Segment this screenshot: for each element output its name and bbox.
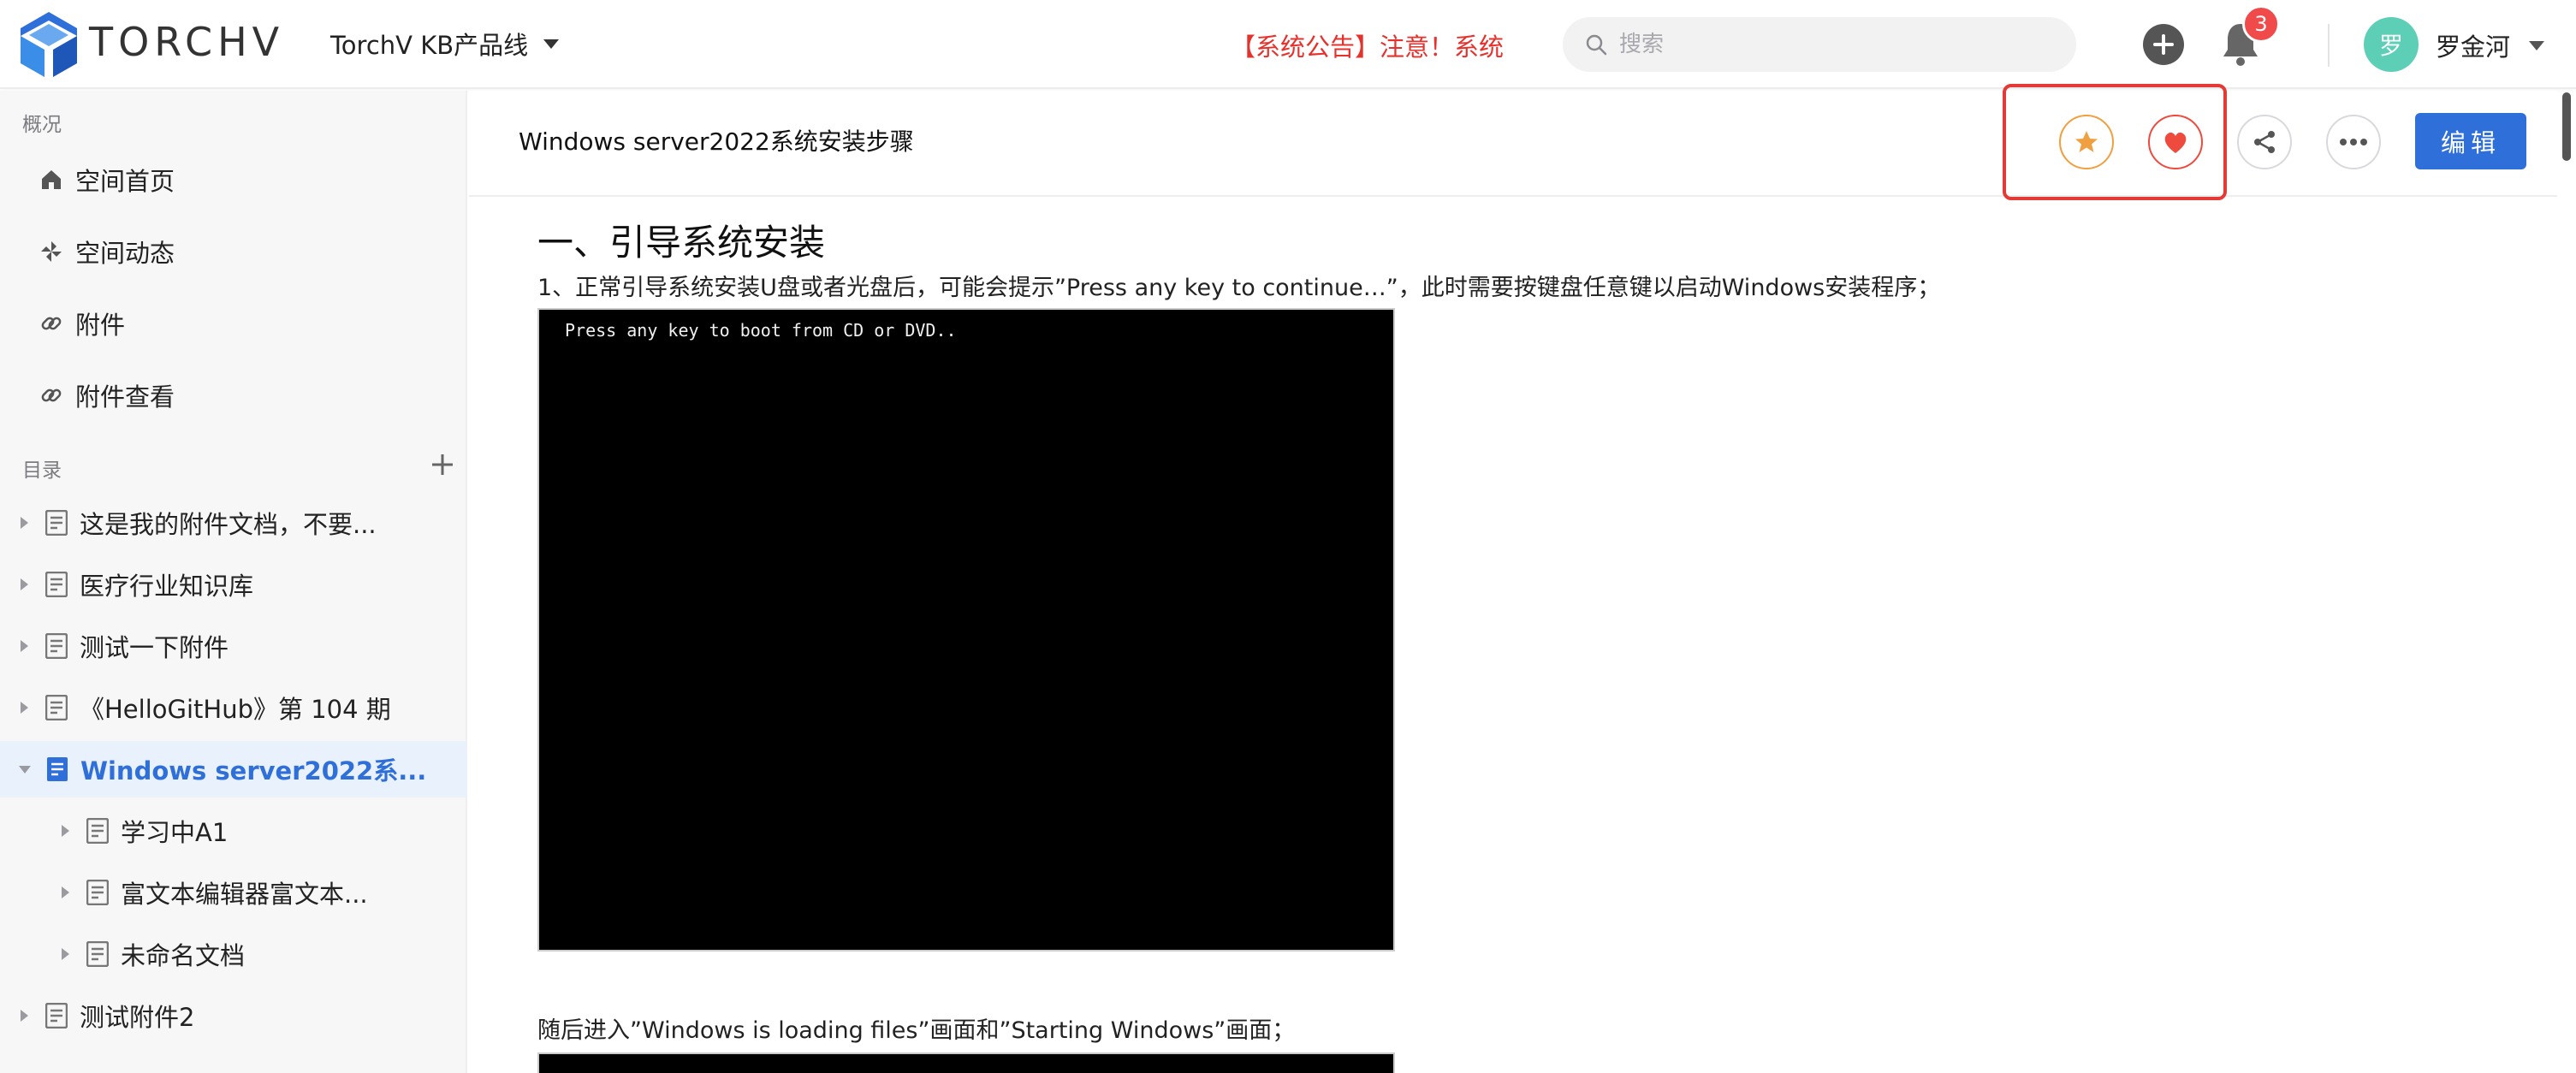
sidebar-item-attachments[interactable]: 附件 xyxy=(39,298,125,349)
collapse-arrow-icon[interactable] xyxy=(19,765,31,774)
tree-item-label: Windows server2022系... xyxy=(80,756,427,785)
sidebar-item-attachment-view[interactable]: 附件查看 xyxy=(39,370,175,421)
favorite-button[interactable] xyxy=(2059,115,2114,169)
add-directory-plus-icon[interactable] xyxy=(430,452,455,477)
expand-arrow-icon[interactable] xyxy=(62,825,69,837)
tree-item[interactable]: 这是我的附件文档，不要... xyxy=(0,495,467,551)
document-icon xyxy=(86,880,109,905)
torchv-logo-icon[interactable] xyxy=(21,12,77,77)
tree-item-label: 富文本编辑器富文本... xyxy=(121,880,368,909)
expand-arrow-icon[interactable] xyxy=(62,948,69,960)
document-header: Windows server2022系统安装步骤 编辑 xyxy=(469,84,2557,200)
tree-item-label: 学习中A1 xyxy=(121,818,229,847)
user-menu[interactable]: 罗金河 xyxy=(2436,27,2545,63)
tree-item-active[interactable]: Windows server2022系... xyxy=(0,741,467,797)
sidebar-item-space-activity[interactable]: 空间动态 xyxy=(39,226,175,277)
expand-arrow-icon[interactable] xyxy=(21,702,28,714)
search-icon xyxy=(1586,34,1607,56)
tree-item-label: 《HelloGitHub》第 104 期 xyxy=(80,695,391,724)
document-icon xyxy=(86,941,109,967)
sidebar-item-label: 附件 xyxy=(75,311,126,340)
document-icon xyxy=(47,757,68,781)
tree-item-label: 测试附件2 xyxy=(80,1003,195,1032)
document-icon xyxy=(45,633,68,659)
expand-arrow-icon[interactable] xyxy=(21,1010,28,1022)
more-dots-icon xyxy=(2340,139,2367,145)
edit-button[interactable]: 编辑 xyxy=(2415,113,2526,169)
tree-item-label: 这是我的附件文档，不要... xyxy=(80,510,377,539)
document-icon xyxy=(45,695,68,720)
search-box[interactable] xyxy=(1563,17,2076,72)
pinwheel-icon xyxy=(41,241,62,262)
scrollbar[interactable] xyxy=(2562,92,2571,161)
tree-item[interactable]: 《HelloGitHub》第 104 期 xyxy=(0,679,467,736)
more-button[interactable] xyxy=(2326,115,2381,169)
user-name: 罗金河 xyxy=(2436,33,2511,62)
sidebar-item-label: 空间动态 xyxy=(75,239,175,268)
boot-screen-text: Press any key to boot from CD or DVD.. xyxy=(565,320,957,341)
expand-arrow-icon[interactable] xyxy=(21,640,28,652)
caret-down-icon xyxy=(543,39,560,49)
sidebar-item-label: 空间首页 xyxy=(75,167,175,196)
notification-badge: 3 xyxy=(2242,5,2280,43)
home-icon xyxy=(42,170,61,189)
tree-item[interactable]: 测试附件2 xyxy=(0,987,467,1044)
document-content: 一、引导系统安装 1、正常引导系统安装U盘或者光盘后，可能会提示”Press a… xyxy=(469,199,2557,1073)
directory-label: 目录 xyxy=(22,459,62,482)
chevron-down-icon xyxy=(2529,40,2545,50)
sidebar: 概况 空间首页 空间动态 附件 附件查看 目录 这是我的附件文档，不要... 医… xyxy=(0,91,467,1073)
loading-screen-image xyxy=(537,1052,1395,1073)
tree-item[interactable]: 未命名文档 xyxy=(0,926,467,982)
tree-item-label: 测试一下附件 xyxy=(80,633,229,662)
heart-icon xyxy=(2164,132,2187,153)
share-button[interactable] xyxy=(2237,115,2292,169)
link-icon xyxy=(41,317,62,330)
document-icon xyxy=(86,818,109,844)
expand-arrow-icon[interactable] xyxy=(21,517,28,529)
top-bar: TORCHV TorchV KB产品线 【系统公告】注意！系统 3 罗 罗金河 xyxy=(0,0,2576,89)
plus-icon xyxy=(2153,34,2174,55)
tree-item[interactable]: 学习中A1 xyxy=(0,803,467,859)
brand-name: TORCHV xyxy=(89,19,285,65)
tree-item-label: 医疗行业知识库 xyxy=(80,572,254,601)
share-icon xyxy=(2254,131,2275,153)
tree-item-label: 未命名文档 xyxy=(121,941,246,970)
document-icon xyxy=(45,510,68,536)
tree-item[interactable]: 测试一下附件 xyxy=(0,618,467,674)
like-button[interactable] xyxy=(2148,115,2203,169)
boot-screen-image: Press any key to boot from CD or DVD.. xyxy=(537,308,1395,951)
document-icon xyxy=(45,1003,68,1029)
sidebar-item-label: 附件查看 xyxy=(75,382,175,412)
paragraph: 随后进入”Windows is loading files”画面和”Starti… xyxy=(537,1017,1296,1044)
sidebar-item-space-home[interactable]: 空间首页 xyxy=(39,154,175,205)
star-icon xyxy=(2075,131,2098,152)
create-button[interactable] xyxy=(2143,24,2184,65)
overview-label: 概况 xyxy=(22,114,62,136)
product-line-dropdown[interactable]: TorchV KB产品线 xyxy=(330,26,560,62)
document-icon xyxy=(45,572,68,597)
tree-item[interactable]: 医疗行业知识库 xyxy=(0,556,467,613)
paragraph: 1、正常引导系统安装U盘或者光盘后，可能会提示”Press any key to… xyxy=(537,275,1941,301)
expand-arrow-icon[interactable] xyxy=(62,886,69,898)
avatar[interactable]: 罗 xyxy=(2364,17,2419,72)
system-announcement[interactable]: 【系统公告】注意！系统 xyxy=(1231,27,1504,63)
link-icon xyxy=(41,388,62,402)
product-line-label: TorchV KB产品线 xyxy=(330,31,529,60)
tree-item[interactable]: 富文本编辑器富文本... xyxy=(0,864,467,921)
document-title: Windows server2022系统安装步骤 xyxy=(519,127,914,156)
section-heading: 一、引导系统安装 xyxy=(537,222,826,264)
expand-arrow-icon[interactable] xyxy=(21,578,28,590)
header-divider xyxy=(2328,24,2330,67)
search-input[interactable] xyxy=(1619,32,2030,57)
